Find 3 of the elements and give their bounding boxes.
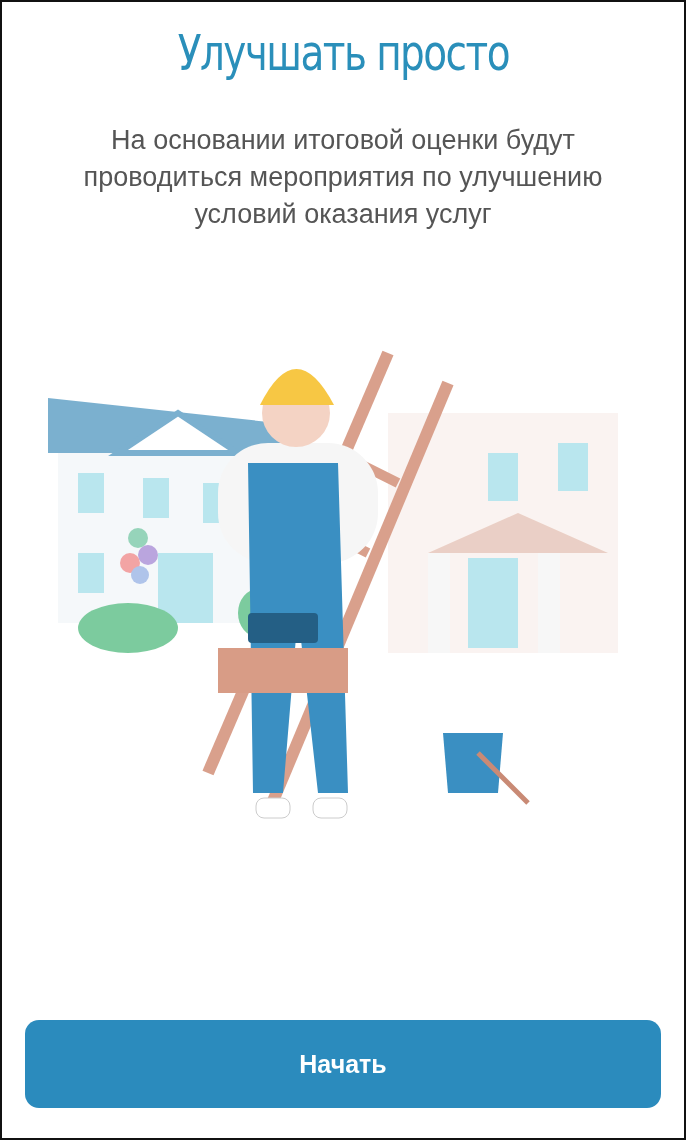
start-button[interactable]: Начать (25, 1020, 661, 1108)
description-text: На основании итоговой оценки будут проводиться мероприятия по улучшению условий оказания услуг (82, 124, 604, 231)
screen-title: Улучшать просто (177, 24, 509, 82)
